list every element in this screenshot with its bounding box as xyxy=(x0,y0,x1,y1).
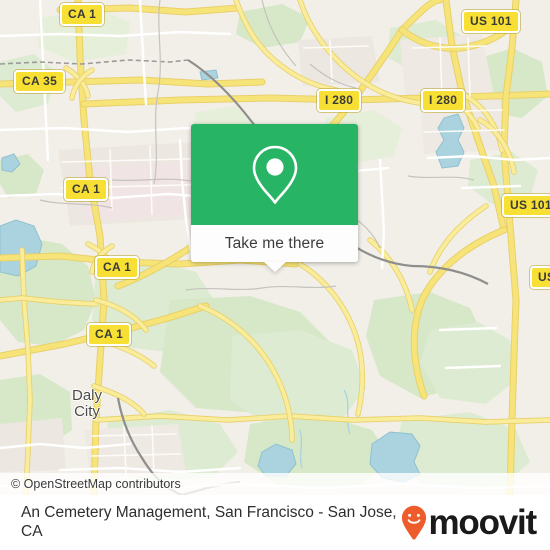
moovit-wordmark: moovit xyxy=(428,503,537,542)
map-attribution-bar: © OpenStreetMap contributors xyxy=(0,473,550,495)
location-popup-card[interactable]: Take me there xyxy=(191,124,358,272)
take-me-there-label: Take me there xyxy=(224,234,325,252)
highway-shield: CA 35 xyxy=(14,70,66,93)
highway-shield: CA 1 xyxy=(64,178,109,201)
popup-header xyxy=(191,124,358,225)
highway-shield: CA 1 xyxy=(60,3,105,26)
highway-shield: CA 1 xyxy=(95,256,140,279)
highway-shield: US 101 xyxy=(462,10,520,33)
moovit-logo[interactable]: moovit xyxy=(401,503,537,542)
map-pin-icon xyxy=(252,145,297,204)
highway-shield: I 280 xyxy=(421,89,466,112)
highway-shield: US 101 xyxy=(502,194,550,217)
popup-tail-pointer xyxy=(263,262,286,272)
place-title: An Cemetery Management, San Francisco - … xyxy=(21,504,397,540)
highway-shield: CA 1 xyxy=(87,323,132,346)
attribution-text[interactable]: © OpenStreetMap contributors xyxy=(0,477,181,491)
highway-shield: I 280 xyxy=(317,89,362,112)
footer-bar: An Cemetery Management, San Francisco - … xyxy=(0,495,550,550)
map-canvas[interactable]: .park { fill:#D6E8C8; } .park2 { fill:#D… xyxy=(0,0,550,495)
moovit-smiley-pin-icon xyxy=(402,505,427,540)
popup-action-bar[interactable]: Take me there xyxy=(191,225,358,262)
moovit-map-screenshot: .park { fill:#D6E8C8; } .park2 { fill:#D… xyxy=(0,0,550,550)
highway-shield: US xyxy=(530,266,550,289)
